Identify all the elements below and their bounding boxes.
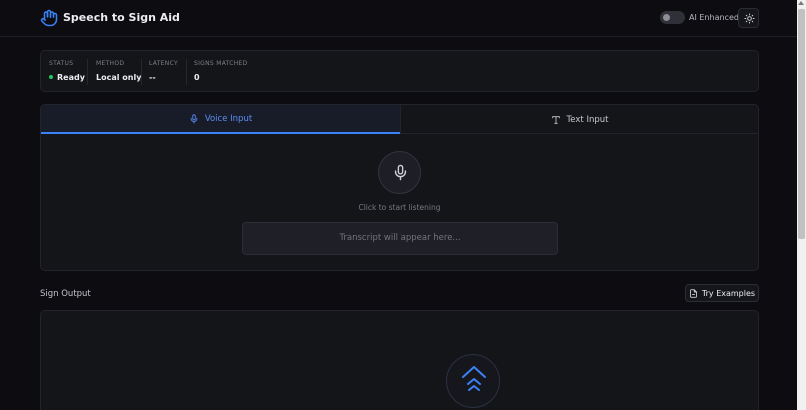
stat-value: -- [149,73,156,82]
microphone-icon [190,113,198,124]
stat-label: LATENCY [149,60,178,67]
stat-label: STATUS [49,60,74,67]
signs-matched-stat: SIGNS MATCHED 0 [194,60,248,82]
divider [141,59,142,85]
tab-voice-input[interactable]: Voice Input [41,105,400,134]
divider [87,59,88,85]
app-title: Speech to Sign Aid [63,11,180,24]
stat-value: Ready [49,73,85,82]
sun-icon [744,13,755,24]
divider [186,59,187,85]
status-stat: STATUS Ready [49,60,85,82]
toggle-knob [663,14,670,21]
tab-label: Text Input [566,114,609,125]
examples-label: Try Examples [701,288,756,298]
input-tabs: Voice Input Text Input [41,105,758,134]
text-icon [551,115,560,124]
method-stat: METHOD Local only [96,60,141,82]
ai-enhanced-toggle[interactable] [660,11,685,24]
sign-output-title: Sign Output [40,289,91,299]
stat-value: 0 [194,73,200,82]
file-icon [690,288,697,298]
sign-output-panel [40,310,759,410]
page-scrollbar[interactable] [797,0,806,410]
theme-toggle-button[interactable] [738,8,759,28]
start-listening-button[interactable] [378,151,421,194]
sign-placeholder [446,354,500,408]
tab-label: Voice Input [204,113,253,124]
stat-value: Local only [96,73,142,82]
app-header: Speech to Sign Aid AI Enhanced [0,0,797,37]
status-dot-icon [49,74,53,79]
latency-stat: LATENCY -- [149,60,178,82]
microphone-icon [394,164,407,181]
transcript-box: Transcript will appear here... [242,222,558,255]
scroll-thumb[interactable] [798,9,805,239]
hand-icon [40,9,58,27]
double-chevron-up-icon [462,366,486,391]
status-value-text: Ready [57,73,85,82]
scroll-up-arrow-icon[interactable] [798,1,804,5]
stat-label: METHOD [96,60,125,67]
try-examples-button[interactable]: Try Examples [685,284,759,302]
stat-label: SIGNS MATCHED [194,60,248,67]
tab-text-input[interactable]: Text Input [400,105,758,134]
input-panel: Voice Input Text Input Click to start li… [40,104,759,271]
listen-hint: Click to start listening [358,203,441,212]
status-panel: STATUS Ready METHOD Local only LATENCY -… [40,50,759,92]
app-viewport: Speech to Sign Aid AI Enhanced STATUS Re… [0,0,806,410]
ai-enhanced-label: AI Enhanced [689,13,739,22]
